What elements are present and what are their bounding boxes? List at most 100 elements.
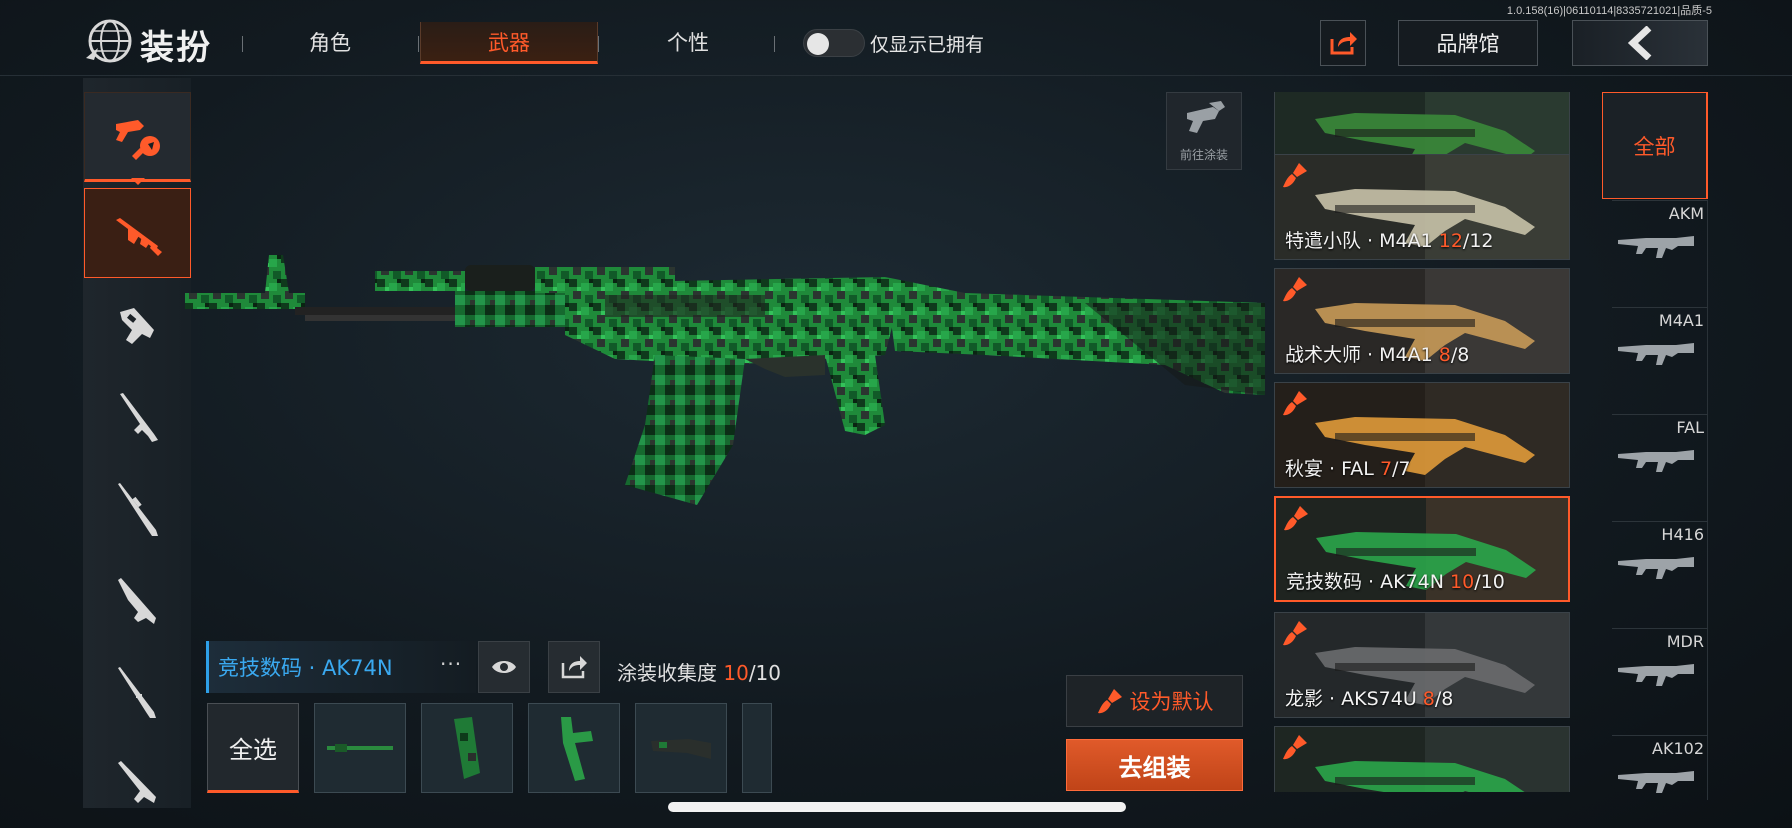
skin-card-label: 秋宴 · FAL 7/7 bbox=[1285, 454, 1411, 481]
part-more[interactable] bbox=[742, 703, 772, 793]
weapon-type-h416[interactable]: H416 bbox=[1602, 521, 1708, 628]
share-icon bbox=[1330, 32, 1357, 55]
category-all-button[interactable] bbox=[84, 92, 191, 182]
skin-count-current: 7 bbox=[1379, 458, 1393, 480]
part-handguard[interactable] bbox=[421, 703, 513, 793]
barrel-part-icon bbox=[327, 744, 393, 752]
weapon-type-fal[interactable]: FAL bbox=[1602, 414, 1708, 521]
skin-card[interactable]: 战术大师 · M4A1 8/8 bbox=[1274, 268, 1570, 374]
category-assault-rifle-button[interactable] bbox=[84, 188, 191, 278]
collection-progress: 涂装收集度 10/10 bbox=[617, 657, 781, 686]
handguard-part-icon bbox=[454, 717, 480, 779]
skin-card[interactable]: 特遣小队 · M4A1 12/12 bbox=[1274, 154, 1570, 260]
skin-thumbnail bbox=[1275, 727, 1569, 792]
machine-gun-icon bbox=[117, 761, 156, 803]
weapon-type-akm[interactable]: AKM bbox=[1602, 200, 1708, 307]
category-shotgun-button[interactable] bbox=[100, 388, 175, 448]
set-default-button[interactable]: 设为默认 bbox=[1066, 675, 1243, 727]
preview-eye-button[interactable] bbox=[478, 641, 530, 693]
skin-count-total: /12 bbox=[1462, 230, 1494, 252]
owned-only-toggle[interactable] bbox=[803, 29, 865, 57]
part-stock[interactable] bbox=[635, 703, 727, 793]
divider bbox=[1612, 414, 1708, 415]
share-button[interactable] bbox=[1320, 20, 1366, 66]
skin-card[interactable] bbox=[1274, 726, 1570, 792]
divider bbox=[1612, 307, 1708, 308]
divider bbox=[1612, 521, 1708, 522]
category-lmg-button[interactable] bbox=[100, 752, 175, 812]
grip-part-icon bbox=[561, 717, 593, 781]
category-smg-button[interactable] bbox=[100, 297, 175, 357]
weapon-type-m4a1[interactable]: M4A1 bbox=[1602, 307, 1708, 414]
weapon-type-label: AKM bbox=[1668, 204, 1704, 223]
selected-indicator bbox=[131, 178, 145, 185]
weapon-type-label: FAL bbox=[1676, 418, 1704, 437]
collection-current: 10 bbox=[723, 661, 749, 685]
brush-icon bbox=[1283, 735, 1307, 760]
weapon-type-label: H416 bbox=[1661, 525, 1704, 544]
skin-count-total: /8 bbox=[1450, 344, 1470, 366]
skin-title: 战术大师 · M4A1 bbox=[1285, 344, 1439, 366]
weapon-preview[interactable] bbox=[185, 255, 1265, 595]
tab-character[interactable]: 角色 bbox=[270, 22, 390, 64]
toggle-knob bbox=[807, 33, 829, 55]
skin-count-total: /7 bbox=[1392, 458, 1411, 480]
weapon-type-label: AK102 bbox=[1652, 739, 1704, 758]
tab-personality[interactable]: 个性 bbox=[628, 22, 748, 64]
divider bbox=[774, 36, 775, 52]
more-options-button[interactable]: ··· bbox=[440, 652, 462, 676]
weapon-type-mdr[interactable]: MDR bbox=[1602, 628, 1708, 735]
part-grip[interactable] bbox=[528, 703, 620, 793]
brush-icon bbox=[1284, 506, 1308, 531]
divider bbox=[418, 36, 419, 52]
skin-title: 竞技数码 · AK74N bbox=[1286, 571, 1451, 593]
category-bolt-rifle-button[interactable] bbox=[100, 664, 175, 724]
collection-label: 涂装收集度 bbox=[617, 661, 717, 685]
category-sniper-button[interactable] bbox=[100, 480, 175, 540]
part-barrel[interactable] bbox=[314, 703, 406, 793]
brush-icon bbox=[1097, 689, 1122, 714]
home-indicator[interactable] bbox=[668, 802, 1126, 812]
brush-icon bbox=[1283, 163, 1307, 188]
weapon-brush-icon bbox=[115, 120, 160, 160]
bolt-rifle-icon bbox=[117, 667, 156, 718]
skin-card[interactable]: 龙影 · AKS74U 8/8 bbox=[1274, 612, 1570, 718]
assemble-button[interactable]: 去组装 bbox=[1066, 739, 1243, 791]
rifle-silhouette-icon bbox=[1618, 343, 1694, 365]
brand-hall-button[interactable]: 品牌馆 bbox=[1398, 20, 1538, 66]
type-all-button[interactable]: 全部 bbox=[1602, 92, 1708, 199]
select-all-button[interactable]: 全选 bbox=[207, 703, 299, 793]
share-skin-button[interactable] bbox=[548, 641, 600, 693]
skin-list[interactable]: 竞技 · AR57 10/10特遣小队 · M4A1 12/12战术大师 · M… bbox=[1274, 92, 1570, 792]
skin-card-label: 战术大师 · M4A1 8/8 bbox=[1285, 340, 1469, 367]
goto-paint-label: 前往涂装 bbox=[1179, 148, 1228, 162]
share-icon bbox=[561, 656, 587, 679]
tab-weapon[interactable]: 武器 bbox=[420, 22, 598, 64]
paint-gun-icon bbox=[1187, 101, 1225, 133]
skin-count-current: 8 bbox=[1438, 344, 1451, 366]
goto-paint-button[interactable]: 前往涂装 bbox=[1166, 92, 1242, 170]
divider bbox=[1612, 628, 1708, 629]
divider bbox=[242, 36, 243, 52]
skin-count-current: 10 bbox=[1450, 571, 1475, 593]
skin-card-label: 竞技数码 · AK74N 10/10 bbox=[1286, 567, 1505, 594]
version-text: 1.0.158(16)|06110114|8335721021|品质-5 bbox=[1506, 5, 1712, 17]
page-title: 装扮 bbox=[140, 28, 212, 68]
weapon-type-ak102[interactable]: AK102 bbox=[1602, 735, 1708, 828]
back-button[interactable] bbox=[1572, 20, 1708, 66]
rifle-silhouette-icon bbox=[1618, 664, 1694, 686]
back-arrow-icon bbox=[1627, 26, 1652, 60]
skin-count-current: 12 bbox=[1438, 230, 1463, 252]
stock-part-icon bbox=[651, 739, 711, 759]
skin-card[interactable]: 竞技数码 · AK74N 10/10 bbox=[1274, 496, 1570, 602]
skin-title: 龙影 · AKS74U bbox=[1285, 688, 1423, 710]
divider bbox=[598, 36, 599, 52]
category-marksman-button[interactable] bbox=[100, 572, 175, 632]
marksman-rifle-icon bbox=[117, 578, 156, 624]
skin-card[interactable]: 秋宴 · FAL 7/7 bbox=[1274, 382, 1570, 488]
shotgun-icon bbox=[119, 393, 158, 442]
weapon-type-label: M4A1 bbox=[1658, 311, 1704, 330]
rifle-silhouette-icon bbox=[1618, 450, 1694, 472]
skin-title: 特遣小队 · M4A1 bbox=[1285, 230, 1439, 252]
smg-icon bbox=[119, 308, 154, 344]
